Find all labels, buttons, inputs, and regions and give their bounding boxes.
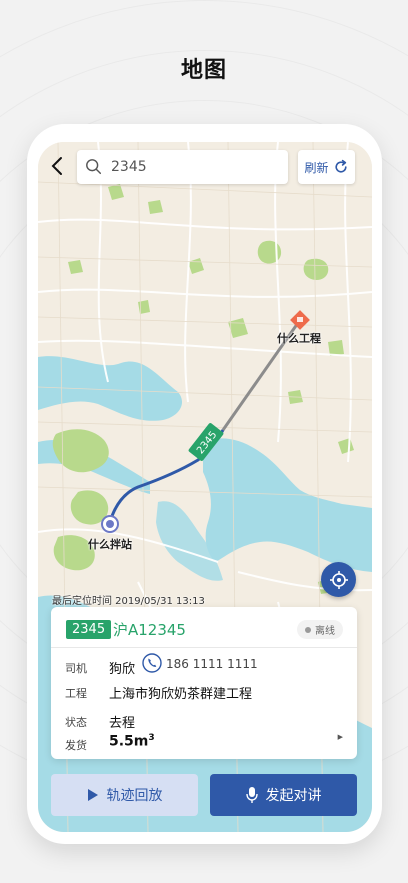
status-badge-text: 离线 [315, 626, 335, 637]
state-label: 状态 [65, 716, 87, 729]
shipment-unit-superscript: 3 [148, 733, 155, 743]
origin-label: 什么拌站 [88, 538, 132, 551]
driver-label: 司机 [65, 662, 87, 675]
refresh-label: 刷新 [304, 160, 329, 175]
state-value: 去程 [109, 716, 136, 731]
status-badge: 离线 [297, 620, 343, 639]
refresh-icon [334, 159, 347, 173]
mixing-station-icon[interactable] [101, 515, 119, 533]
license-plate: 沪A12345 [113, 621, 186, 639]
search-input[interactable]: 2345 [111, 159, 147, 175]
truck-number-badge: 2345 [66, 620, 112, 639]
shipment-label: 发货 [65, 739, 87, 752]
play-icon [87, 789, 98, 801]
page-title: 地图 [180, 58, 227, 83]
card-divider [51, 647, 357, 648]
track-replay-button[interactable]: 轨迹回放 [51, 774, 198, 816]
crosshair-icon [329, 570, 348, 589]
phone-frame: 2345 什么工程 什么拌站 2345 刷新 最后定位时间 2019/05/31… [27, 124, 382, 844]
status-dot-icon [305, 626, 311, 633]
shipment-value: 5.5m3 [109, 733, 155, 750]
project-label: 工程 [65, 687, 87, 700]
phone-icon[interactable] [142, 653, 162, 673]
driver-phone[interactable]: 186 1111 1111 [166, 657, 258, 671]
driver-name: 狗欣 [109, 662, 136, 677]
track-replay-label: 轨迹回放 [106, 788, 163, 804]
map-screen: 2345 什么工程 什么拌站 2345 刷新 最后定位时间 2019/05/31… [38, 142, 372, 832]
start-talk-button[interactable]: 发起对讲 [210, 774, 357, 816]
project-name: 上海市狗欣奶茶群建工程 [109, 687, 253, 702]
shipment-amount: 5.5m [109, 733, 149, 750]
truck-info-card: 2345 沪A12345 离线 司机 狗欣 186 1111 1111 工程 上… [51, 607, 357, 759]
refresh-button[interactable]: 刷新 [298, 150, 355, 184]
start-talk-label: 发起对讲 [265, 788, 322, 804]
locate-button[interactable] [321, 562, 356, 597]
back-arrow-icon[interactable] [46, 154, 70, 178]
search-bar[interactable]: 2345 [77, 150, 288, 184]
expand-arrow-icon[interactable]: ▶ [338, 733, 343, 741]
destination-label: 什么工程 [277, 332, 321, 345]
search-icon [86, 159, 102, 175]
microphone-icon [245, 787, 258, 803]
last-location-time: 最后定位时间 2019/05/31 13:13 [52, 596, 205, 607]
